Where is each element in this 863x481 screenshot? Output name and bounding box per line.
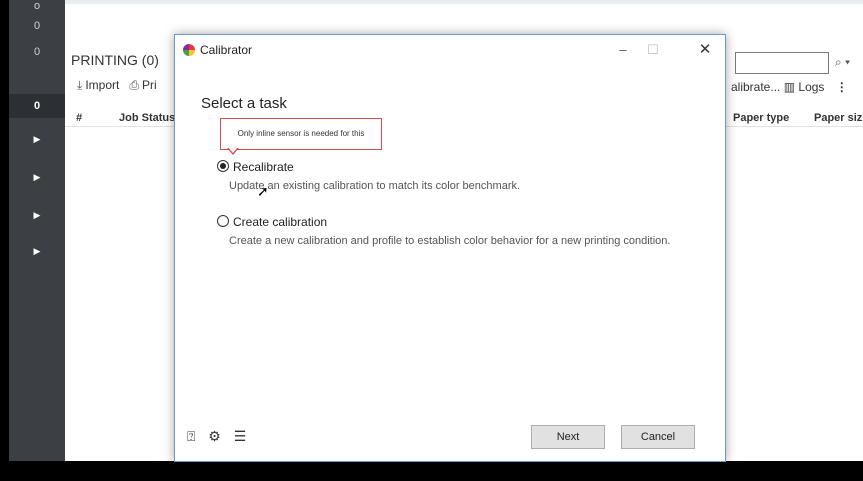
minimize-button[interactable]: – bbox=[608, 38, 638, 62]
logs-button[interactable]: Logs bbox=[798, 80, 824, 94]
list-icon[interactable]: ☰ bbox=[234, 428, 247, 444]
rail-expand-arrow-2[interactable]: ▶ bbox=[9, 172, 65, 183]
rail-expand-arrow-3[interactable]: ▶ bbox=[9, 210, 65, 221]
help-icon[interactable]: ⍰ bbox=[187, 428, 195, 444]
rail-count-top: o bbox=[33, 0, 41, 12]
rail-count-2[interactable]: 0 bbox=[9, 46, 65, 58]
import-icon[interactable]: ⤓ bbox=[77, 78, 82, 92]
create-calibration-description: Create a new calibration and profile to … bbox=[229, 235, 671, 247]
col-paper-size[interactable]: Paper siz bbox=[814, 112, 862, 124]
recalibrate-description: Update an existing calibration to match … bbox=[229, 180, 521, 192]
recalibrate-option[interactable]: Recalibrate bbox=[217, 160, 294, 174]
rail-count-1[interactable]: 0 bbox=[9, 20, 65, 32]
print-icon[interactable]: ⎙ bbox=[129, 78, 139, 92]
logs-icon[interactable]: ▥ bbox=[784, 80, 795, 94]
print-button[interactable]: Pri bbox=[142, 78, 157, 92]
close-button[interactable]: ✕ bbox=[690, 38, 720, 62]
task-heading: Select a task bbox=[201, 95, 287, 112]
calibrate-button[interactable]: alibrate... bbox=[731, 80, 780, 94]
import-button[interactable]: Import bbox=[85, 78, 119, 92]
search-input[interactable] bbox=[735, 52, 829, 74]
right-toolbar: alibrate... ▥ Logs ⋮ bbox=[731, 80, 848, 94]
next-button[interactable]: Next bbox=[531, 425, 605, 449]
maximize-button[interactable]: ☐ bbox=[638, 38, 668, 62]
dialog-titlebar[interactable]: Calibrator – ☐ ✕ bbox=[175, 35, 725, 65]
calibrator-dialog: Calibrator – ☐ ✕ Select a task Only inli… bbox=[174, 34, 726, 462]
printing-title: PRINTING (0) bbox=[71, 52, 159, 68]
create-calibration-radio[interactable] bbox=[217, 215, 229, 227]
mouse-cursor-icon: ➚ bbox=[257, 183, 269, 199]
col-job-status[interactable]: Job Status bbox=[119, 112, 175, 124]
rail-expand-arrow-4[interactable]: ▶ bbox=[9, 246, 65, 257]
search-icon[interactable]: ⌕ ▾ bbox=[835, 55, 850, 70]
recalibrate-label[interactable]: Recalibrate bbox=[233, 160, 294, 174]
left-rail: o 0 0 0 ▶ ▶ ▶ ▶ bbox=[9, 0, 65, 461]
create-calibration-label[interactable]: Create calibration bbox=[233, 215, 327, 229]
background-toolbar: ⤓ Import ⎙ Pri bbox=[77, 78, 157, 93]
dialog-title: Calibrator bbox=[200, 43, 253, 57]
cancel-button[interactable]: Cancel bbox=[621, 425, 695, 449]
dialog-footer-icons: ⍰ ⚙ ☰ bbox=[187, 428, 255, 445]
col-index[interactable]: # bbox=[76, 112, 82, 124]
calibrator-logo-icon bbox=[183, 44, 195, 56]
gear-icon[interactable]: ⚙ bbox=[208, 428, 221, 444]
col-paper-type[interactable]: Paper type bbox=[733, 112, 789, 124]
recalibrate-radio[interactable] bbox=[217, 160, 229, 172]
rail-count-active[interactable]: 0 bbox=[9, 94, 65, 118]
more-menu-icon[interactable]: ⋮ bbox=[836, 80, 848, 94]
rail-expand-arrow-1[interactable]: ▶ bbox=[9, 134, 65, 145]
tooltip: Only inline sensor is needed for this bbox=[220, 118, 382, 150]
tooltip-tail-inner bbox=[228, 147, 238, 153]
create-calibration-option[interactable]: Create calibration bbox=[217, 215, 327, 229]
